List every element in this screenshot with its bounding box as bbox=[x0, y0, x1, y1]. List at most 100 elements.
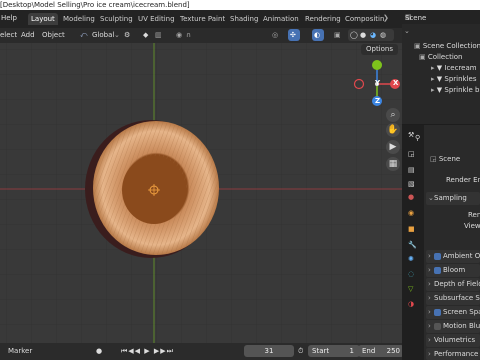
wireframe-shading-icon[interactable]: ◯ bbox=[350, 31, 358, 39]
add-menu[interactable]: Add bbox=[21, 31, 35, 39]
view-layer-icon[interactable]: ▧ bbox=[408, 180, 418, 190]
gizmo-z-handle bbox=[372, 60, 382, 70]
physics-icon[interactable]: ◌ bbox=[408, 270, 418, 280]
solid-shading-icon[interactable]: ● bbox=[360, 31, 366, 39]
end-value: 250 bbox=[386, 347, 400, 355]
expand-arrow-icon[interactable]: ▸ bbox=[431, 64, 435, 72]
current-frame-field[interactable]: 31 bbox=[244, 345, 294, 357]
grid-perspective-icon[interactable]: ▦ bbox=[386, 157, 400, 171]
options-dropdown[interactable]: Options bbox=[360, 44, 398, 55]
viewport-grid bbox=[0, 43, 402, 343]
start-label: Start bbox=[312, 347, 330, 355]
pin-icon[interactable]: ⚲ bbox=[415, 134, 420, 142]
start-value: 1 bbox=[349, 347, 354, 355]
bloom-checkbox[interactable] bbox=[434, 266, 441, 274]
tab-layout[interactable]: Layout bbox=[28, 13, 58, 25]
select-menu[interactable]: elect bbox=[0, 31, 17, 39]
outliner-row-collection[interactable]: ▣ Collection bbox=[419, 52, 480, 63]
scene-name: ◲ Scene bbox=[430, 155, 461, 163]
viewport-header: elect Add Object ⤺ Global ⌄ ⚙ ◆ ▥ ◉ ∩ ◎ … bbox=[0, 28, 402, 43]
motion-blur-header[interactable]: › Motion Blur bbox=[428, 320, 480, 333]
tab-compositing[interactable]: Compositin bbox=[342, 13, 387, 25]
bloom-header[interactable]: › Bloom bbox=[428, 264, 480, 277]
rendered-shading-icon[interactable]: ◍ bbox=[380, 31, 386, 39]
modifier-wrench-icon[interactable]: 🔧 bbox=[408, 241, 418, 251]
object-icon[interactable]: ■ bbox=[408, 225, 418, 235]
start-frame-field[interactable]: Start 1 bbox=[308, 345, 360, 357]
collection-icon: ▣ bbox=[419, 53, 426, 61]
mesh-icon: ▼ bbox=[436, 64, 443, 72]
ambient-occlusion-checkbox[interactable] bbox=[434, 252, 441, 260]
playback-controls-icon[interactable]: ⏮◀◀ ▶ ▶▶⏭ bbox=[121, 347, 174, 356]
tab-sculpting[interactable]: Sculpting bbox=[97, 13, 136, 25]
depth-of-field-header[interactable]: › Depth of Field bbox=[428, 278, 480, 291]
sampling-header[interactable]: ⌄Sampling bbox=[428, 192, 480, 205]
outliner-row-scene-collection[interactable]: ▣ Scene Collection bbox=[414, 41, 480, 52]
help-menu[interactable]: Help bbox=[1, 14, 17, 22]
file-path: [Desktop\Model Selling\Pro ice cream\ice… bbox=[0, 1, 190, 9]
gizmo-y-label: Y bbox=[375, 79, 381, 87]
gizmo-x-label: X bbox=[393, 79, 399, 87]
output-icon[interactable]: ▤ bbox=[408, 166, 418, 176]
window-title-bar: [Desktop\Model Selling\Pro ice cream\ice… bbox=[0, 0, 480, 10]
gizmo-icon: ✣ bbox=[290, 31, 296, 39]
zoom-icon[interactable]: ⌕ bbox=[386, 108, 400, 122]
scene-icon[interactable]: ● bbox=[408, 193, 418, 203]
gizmo-z-label: Z bbox=[375, 97, 381, 105]
camera-icon[interactable]: ▶ bbox=[386, 140, 400, 154]
scene-selector[interactable]: Scene bbox=[405, 14, 426, 22]
collection-icon: ▣ bbox=[414, 42, 421, 50]
orientation-dropdown[interactable]: Global bbox=[92, 31, 114, 39]
material-preview-icon[interactable]: ◕ bbox=[370, 31, 376, 39]
3d-viewport[interactable]: Options Y X Z ⌕ ✋ ▶ ▦ bbox=[0, 43, 402, 343]
screen-space-header[interactable]: › Screen Spa bbox=[428, 306, 480, 319]
proportional-edit-icon[interactable]: ◉ bbox=[176, 31, 182, 39]
hand-pan-icon[interactable]: ✋ bbox=[386, 123, 400, 137]
view-object-types-icon[interactable]: ◎ bbox=[272, 31, 278, 39]
outliner: ⌄ ▣ Scene Collection ▣ Collection ▸ ▼ Ic… bbox=[402, 24, 480, 124]
constraints-icon[interactable]: ▽ bbox=[408, 285, 418, 295]
chevron-right-icon[interactable]: ❯ bbox=[383, 14, 389, 22]
outliner-row-sprinkle-b[interactable]: ▸ ▼ Sprinkle b bbox=[431, 85, 480, 96]
tab-uv-editing[interactable]: UV Editing bbox=[135, 13, 178, 25]
tab-animation[interactable]: Animation bbox=[260, 13, 302, 25]
xray-icon[interactable]: ▣ bbox=[334, 31, 341, 39]
record-icon[interactable]: ● bbox=[96, 347, 102, 355]
mesh-icon: ▼ bbox=[436, 75, 443, 83]
timeline-bar: Marker ● ⏮◀◀ ▶ ▶▶⏭ 31 ⏱ Start 1 End 250 bbox=[0, 343, 404, 360]
outliner-row-sprinkles[interactable]: ▸ ▼ Sprinkles bbox=[431, 74, 480, 85]
overlay-icon: ◐ bbox=[314, 31, 321, 39]
tab-rendering[interactable]: Rendering bbox=[302, 13, 344, 25]
expand-arrow-icon[interactable]: ▸ bbox=[431, 75, 435, 83]
pivot-icon[interactable]: ⚙ bbox=[124, 31, 130, 39]
falloff-icon[interactable]: ∩ bbox=[186, 31, 191, 39]
motion-blur-checkbox[interactable] bbox=[434, 322, 441, 330]
screen-space-checkbox[interactable] bbox=[434, 308, 441, 316]
properties-tab-strip: ⚒ ◲ ▤ ▧ ● ◉ ■ 🔧 ✺ ◌ ▽ ◑ bbox=[402, 125, 424, 360]
marker-menu[interactable]: Marker bbox=[8, 347, 32, 355]
subsurface-header[interactable]: › Subsurface Sc bbox=[428, 292, 480, 305]
end-label: End bbox=[362, 347, 376, 355]
render-icon[interactable]: ◲ bbox=[408, 150, 418, 160]
top-bar: Help Layout Modeling Sculpting UV Editin… bbox=[0, 10, 402, 28]
expand-arrow-icon[interactable]: ▸ bbox=[431, 86, 435, 94]
filter-icon[interactable]: ⌄ bbox=[404, 27, 410, 35]
volumetrics-header[interactable]: › Volumetrics bbox=[428, 334, 480, 347]
tab-modeling[interactable]: Modeling bbox=[60, 13, 98, 25]
particles-icon[interactable]: ✺ bbox=[408, 255, 418, 265]
material-icon[interactable]: ◑ bbox=[408, 300, 418, 310]
stopwatch-icon[interactable]: ⏱ bbox=[298, 347, 303, 356]
viewport-samples-label: View bbox=[464, 222, 480, 230]
snap-icon[interactable]: ◆ bbox=[143, 31, 148, 39]
outliner-row-icecream[interactable]: ▸ ▼ Icecream bbox=[431, 63, 480, 74]
tab-texture-paint[interactable]: Texture Paint bbox=[177, 13, 228, 25]
ambient-occlusion-header[interactable]: › Ambient Oc bbox=[428, 250, 480, 263]
camera-small-icon: ◲ bbox=[430, 155, 437, 163]
end-frame-field[interactable]: End 250 bbox=[358, 345, 404, 357]
world-icon[interactable]: ◉ bbox=[408, 209, 418, 219]
transform-orientation-icon: ⤺ bbox=[80, 31, 88, 39]
snap-target-icon[interactable]: ▥ bbox=[155, 31, 162, 39]
performance-header[interactable]: › Performance bbox=[428, 348, 480, 360]
tab-shading[interactable]: Shading bbox=[227, 13, 261, 25]
object-menu[interactable]: Object bbox=[42, 31, 65, 39]
